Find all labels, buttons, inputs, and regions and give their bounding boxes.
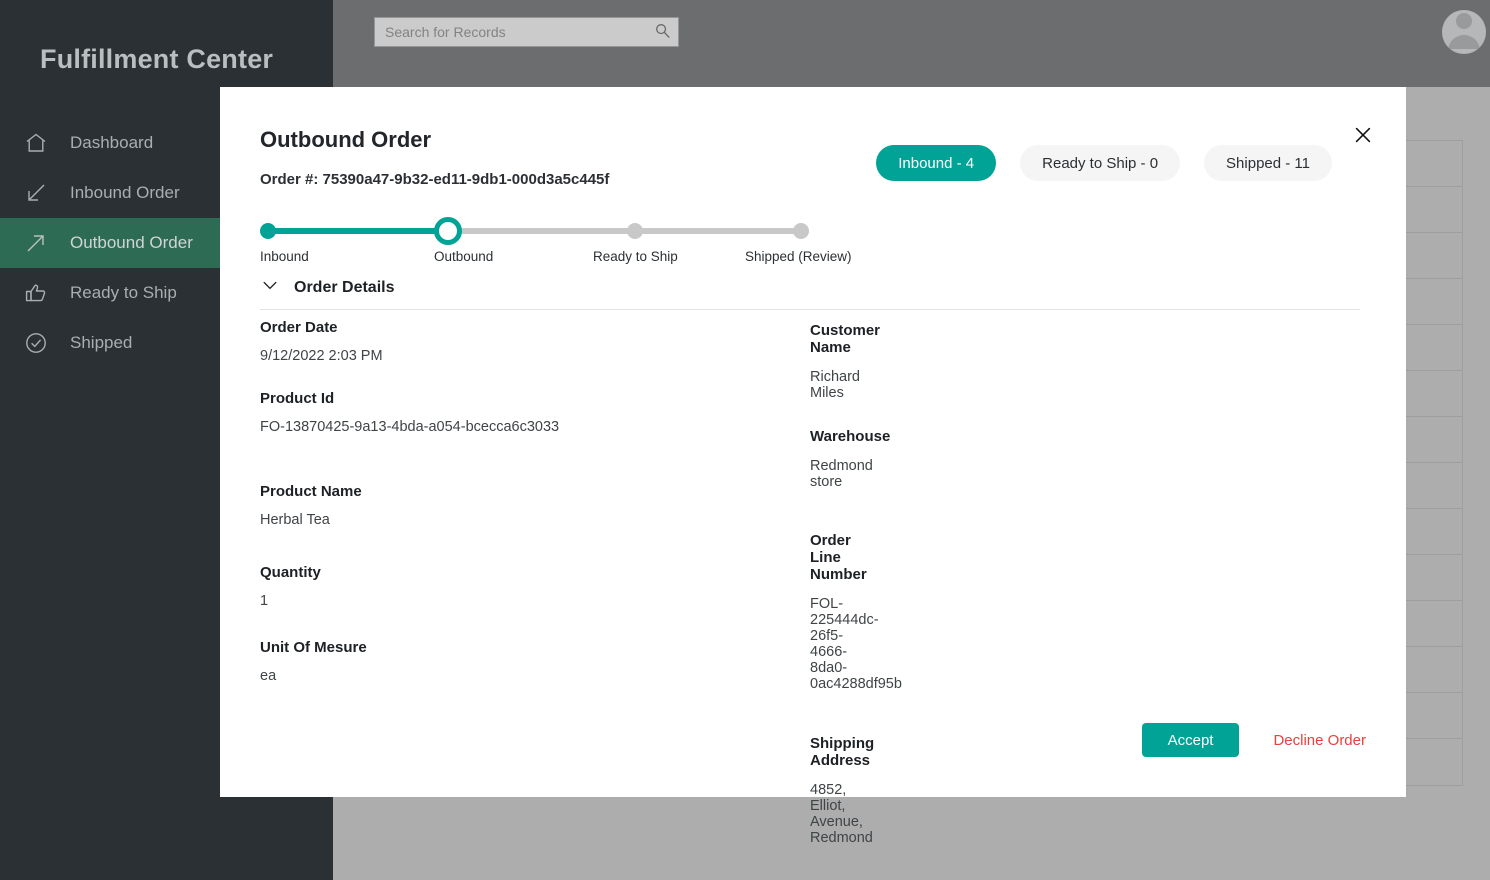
stepper-label: Inbound bbox=[260, 249, 309, 264]
home-icon bbox=[24, 131, 62, 155]
modal-title: Outbound Order bbox=[260, 127, 432, 152]
decline-order-button[interactable]: Decline Order bbox=[1273, 732, 1366, 749]
order-details-section-toggle[interactable]: Order Details bbox=[260, 275, 394, 300]
stepper-dot[interactable] bbox=[793, 223, 809, 239]
order-number: Order #: 75390a47-9b32-ed11-9db1-000d3a5… bbox=[260, 171, 610, 188]
stepper-label: Ready to Ship bbox=[593, 249, 678, 264]
stepper-label: Shipped (Review) bbox=[745, 249, 852, 264]
sidebar-item-label: Shipped bbox=[70, 333, 133, 352]
order-details-columns: Order Date 9/12/2022 2:03 PM Product Id … bbox=[260, 319, 1360, 872]
status-tabs: Inbound - 4 Ready to Ship - 0 Shipped - … bbox=[876, 145, 1332, 181]
stepper-dot[interactable] bbox=[260, 223, 276, 239]
tab-ready-to-ship[interactable]: Ready to Ship - 0 bbox=[1020, 145, 1181, 181]
arrow-down-left-icon bbox=[24, 181, 62, 205]
sidebar-item-label: Outbound Order bbox=[70, 233, 193, 252]
chevron-down-icon bbox=[260, 275, 280, 300]
order-details-right-column: Customer Name Richard Miles Warehouse Re… bbox=[810, 322, 902, 846]
tab-inbound[interactable]: Inbound - 4 bbox=[876, 145, 997, 181]
tab-shipped[interactable]: Shipped - 11 bbox=[1204, 145, 1332, 181]
order-progress-stepper: Inbound Outbound Ready to Ship Shipped (… bbox=[260, 212, 860, 272]
arrow-up-right-icon bbox=[24, 231, 62, 255]
stepper-dot-current[interactable] bbox=[434, 217, 462, 245]
check-circle-icon bbox=[24, 331, 62, 355]
sidebar-item-label: Ready to Ship bbox=[70, 283, 177, 302]
overlay-scrim-top bbox=[333, 0, 1490, 87]
modal-footer: Accept Decline Order bbox=[1141, 723, 1366, 757]
app-brand-title: Fulfillment Center bbox=[40, 44, 274, 74]
thumbs-up-icon bbox=[24, 281, 62, 305]
sidebar-item-label: Dashboard bbox=[70, 133, 154, 152]
sidebar-item-label: Inbound Order bbox=[70, 183, 180, 202]
stepper-label: Outbound bbox=[434, 249, 494, 264]
close-icon bbox=[1352, 124, 1374, 149]
app-root: Fulfillment Center Dashboard bbox=[0, 0, 1490, 880]
section-title: Order Details bbox=[294, 278, 395, 296]
outbound-order-modal: Outbound Order Order #: 75390a47-9b32-ed… bbox=[220, 87, 1406, 846]
accept-button[interactable]: Accept bbox=[1141, 723, 1240, 757]
close-button[interactable] bbox=[1346, 119, 1380, 153]
stepper-dot[interactable] bbox=[627, 223, 643, 239]
stepper-track-filled bbox=[268, 228, 448, 234]
section-divider bbox=[260, 309, 1360, 310]
